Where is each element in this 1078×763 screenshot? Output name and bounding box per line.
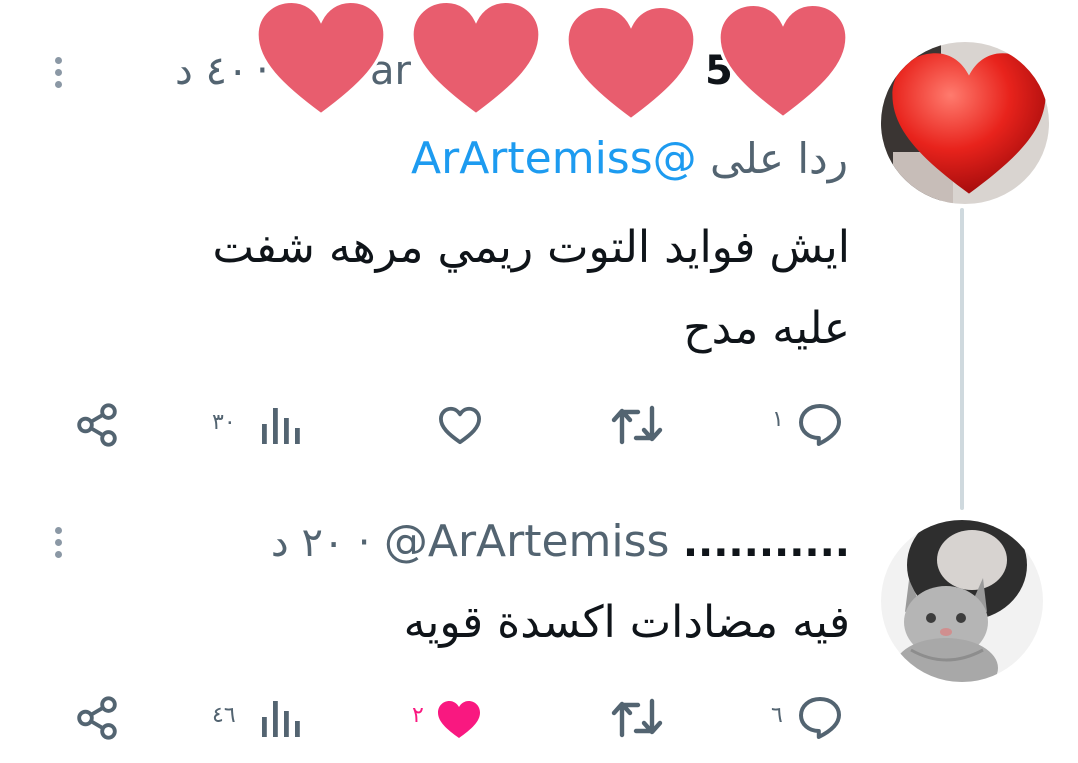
heart-sticker-icon: [717, 3, 849, 120]
reply-count: ١: [772, 407, 784, 432]
like-icon[interactable]: [437, 404, 483, 446]
views-icon[interactable]: [258, 697, 302, 739]
tweet-text-line-2: عليه مدح: [683, 303, 850, 354]
views-icon[interactable]: [258, 404, 302, 446]
heart-sticker-icon: [410, 0, 542, 117]
thread-line: [960, 208, 964, 510]
replying-to-label: ردا على: [710, 134, 848, 183]
share-icon[interactable]: [74, 695, 120, 741]
retweet-icon[interactable]: [610, 697, 664, 739]
display-name[interactable]: ...........: [683, 520, 850, 566]
retweet-icon[interactable]: [610, 404, 664, 446]
reply-icon[interactable]: [796, 695, 844, 739]
tweet-text-line-1: فيه مضادات اكسدة قويه: [403, 597, 850, 648]
tweet-time: ٢٠ د: [270, 520, 345, 566]
more-icon[interactable]: [55, 527, 63, 563]
reply-mention-link[interactable]: @ArArtemiss: [411, 133, 697, 184]
tweet-separator: ·: [357, 520, 371, 566]
reply-icon[interactable]: [796, 402, 844, 446]
tweet-header: ٢٠ د · @ArArtemiss ...........: [271, 516, 850, 567]
more-icon[interactable]: [55, 57, 63, 93]
replying-to: ردا على @ArArtemiss: [411, 133, 848, 184]
avatar[interactable]: [881, 520, 1043, 682]
heart-sticker-icon: [565, 5, 697, 122]
tweet-handle[interactable]: @ArArtemiss: [384, 516, 670, 567]
avatar[interactable]: [881, 42, 1049, 204]
heart-sticker-icon: [255, 0, 387, 117]
views-count: ٣٠: [212, 410, 236, 435]
reply-count: ٦: [771, 703, 783, 728]
share-icon[interactable]: [74, 402, 120, 448]
kitten-avatar-icon: [894, 578, 998, 682]
like-count: ٢: [412, 703, 424, 728]
heart-sticker-icon: [892, 53, 1046, 194]
views-count: ٤٦: [212, 703, 236, 728]
like-icon[interactable]: [434, 697, 484, 741]
tweet-time: ٤٠ د: [175, 48, 249, 94]
tweet-text-line-1: ايش فوايد التوت ريمي مرهه شفت: [212, 222, 850, 273]
